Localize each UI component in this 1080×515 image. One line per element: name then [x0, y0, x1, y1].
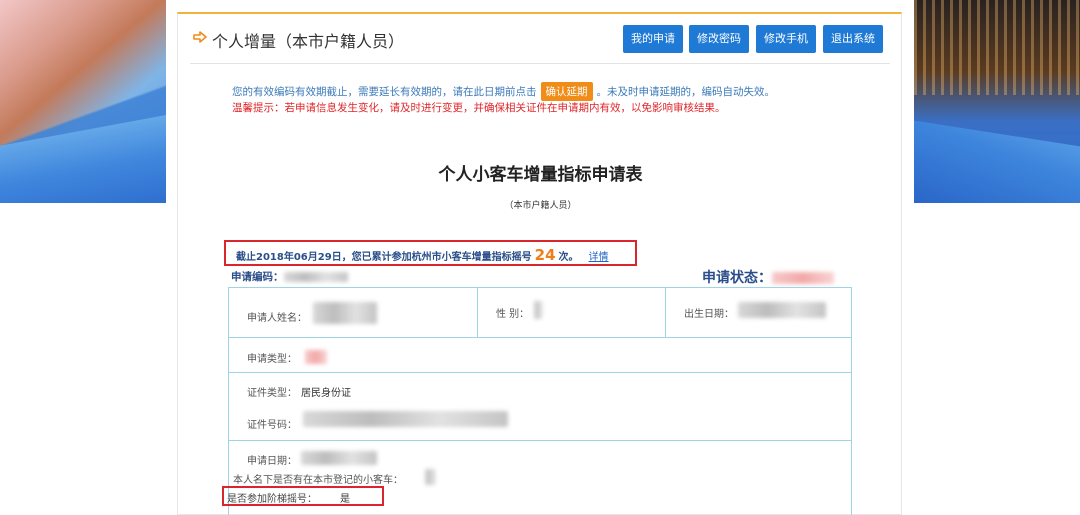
application-status: 申请状态： [702, 267, 834, 287]
page-title: 个人增量（本市户籍人员） [212, 32, 405, 51]
name-label: 申请人姓名： [247, 313, 307, 324]
ladder-lottery-box: 是否参加阶梯摇号： 是 [222, 486, 384, 506]
arrow-right-icon [193, 31, 207, 43]
table-row: 申请人姓名： 性 别： 出生日期： [229, 288, 851, 338]
lottery-summary: 截止2018年06月29日，您已累计参加杭州市小客车增量指标摇号 24 次。 详情 [236, 246, 609, 264]
validity-notice: 您的有效编码有效期截止，需要延长有效期的，请在此日期前点击 确认延期 。未及时申请延… [232, 82, 775, 101]
car-question-label: 本人名下是否有在本市登记的小客车： [233, 475, 403, 486]
redacted-application-code [283, 272, 348, 282]
application-code-label: 申请编码： [231, 271, 284, 283]
date-label: 申请日期： [247, 456, 297, 467]
id-type-label: 证件类型： [247, 388, 297, 399]
redacted-car-answer [425, 469, 435, 485]
table-row: 申请类型： [229, 338, 851, 373]
id-type-value: 居民身份证 [301, 388, 351, 399]
redacted-gender [534, 301, 542, 319]
application-code: 申请编码： [231, 269, 348, 284]
redacted-birth-date [738, 302, 826, 318]
gender-label: 性 别： [496, 309, 530, 320]
ladder-lottery-label: 是否参加阶梯摇号： [227, 494, 317, 505]
form-subtitle: （本市户籍人员） [504, 201, 577, 211]
application-status-label: 申请状态： [702, 270, 772, 286]
lottery-summary-text: 截止2018年06月29日，您已累计参加杭州市小客车增量指标摇号 [236, 252, 532, 263]
redacted-date [301, 451, 377, 465]
redacted-status [772, 272, 834, 284]
right-banner-image [914, 0, 1080, 203]
ladder-lottery-value: 是 [340, 494, 350, 505]
lottery-summary-tail: 次。 [558, 252, 579, 263]
id-number-label: 证件号码： [247, 420, 297, 431]
application-info-table: 申请人姓名： 性 别： 出生日期： 申请类型： 证件类型： 居民身份证 证件号码… [228, 287, 852, 515]
change-password-button[interactable]: 修改密码 [689, 25, 749, 53]
logout-button[interactable]: 退出系统 [823, 25, 883, 53]
validity-notice-text: 您的有效编码有效期截止，需要延长有效期的，请在此日期前点击 [232, 86, 537, 98]
birth-label: 出生日期： [684, 309, 734, 320]
lottery-count: 24 [534, 246, 556, 264]
form-title: 个人小客车增量指标申请表 [438, 165, 643, 185]
gender-cell: 性 别： [478, 288, 666, 337]
main-panel: 个人增量（本市户籍人员） 我的申请 修改密码 修改手机 退出系统 您的有效编码有… [177, 12, 902, 515]
lottery-summary-box: 截止2018年06月29日，您已累计参加杭州市小客车增量指标摇号 24 次。 详情 [224, 240, 637, 266]
change-phone-button[interactable]: 修改手机 [756, 25, 816, 53]
redacted-name [313, 302, 377, 324]
type-label: 申请类型： [247, 354, 297, 365]
birth-cell: 出生日期： [666, 288, 851, 337]
confirm-extension-button[interactable]: 确认延期 [540, 82, 593, 101]
left-banner-image [0, 0, 166, 203]
warm-tip: 温馨提示：若申请信息发生变化，请及时进行变更，并确保相关证件在申请期内有效，以免… [232, 102, 726, 114]
my-application-button[interactable]: 我的申请 [623, 25, 683, 53]
redacted-type [305, 350, 327, 364]
redacted-id-number [303, 411, 508, 427]
validity-notice-tail: 。未及时申请延期的，编码自动失效。 [596, 86, 776, 98]
detail-link[interactable]: 详情 [589, 252, 609, 263]
page-header: 个人增量（本市户籍人员） 我的申请 修改密码 修改手机 退出系统 [190, 14, 890, 64]
table-row: 证件类型： 居民身份证 证件号码： [229, 373, 851, 441]
name-cell: 申请人姓名： [229, 288, 478, 337]
